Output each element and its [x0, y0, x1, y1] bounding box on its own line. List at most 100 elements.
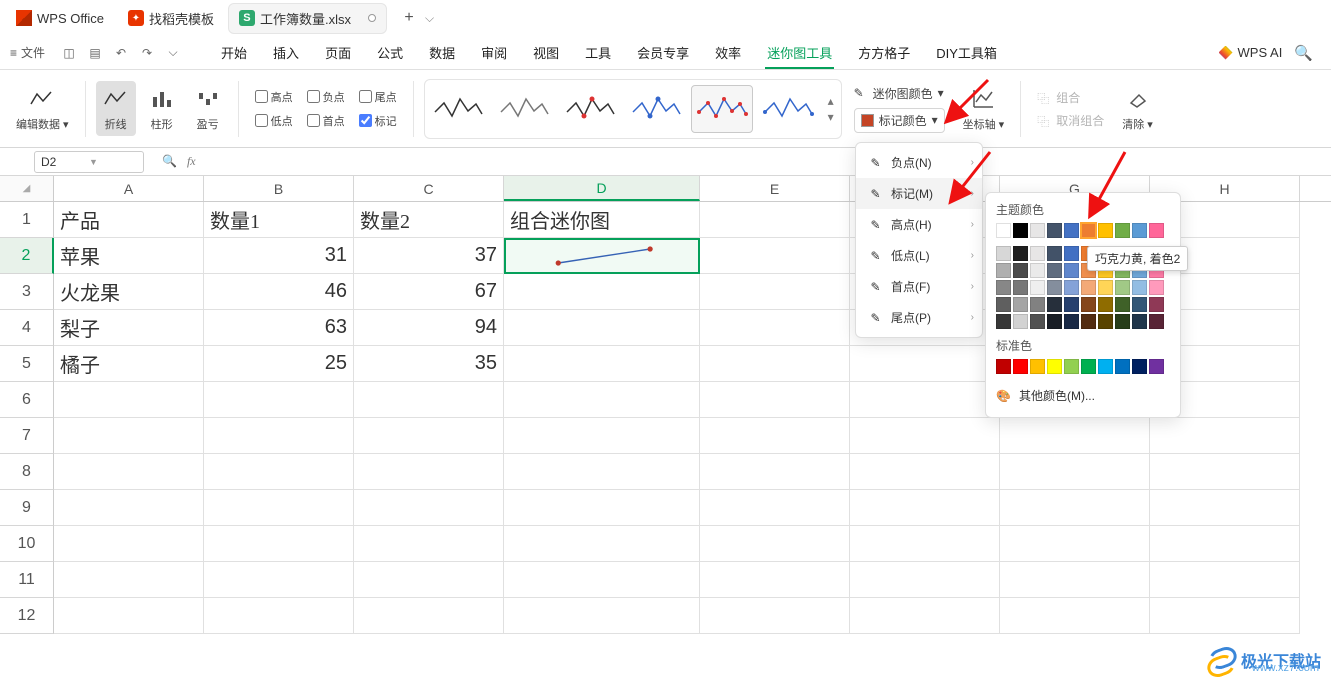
row-8[interactable]: 8	[0, 454, 54, 490]
cell[interactable]	[354, 562, 504, 598]
tab-insert[interactable]: 插入	[261, 37, 311, 68]
color-swatch[interactable]	[1081, 314, 1096, 329]
row-5[interactable]: 5	[0, 346, 54, 382]
menu-mark-point[interactable]: ✎标记(M)›	[856, 178, 982, 209]
style-6[interactable]	[757, 85, 819, 133]
clear-button[interactable]: 清除 ▾	[1116, 85, 1159, 132]
color-swatch[interactable]	[1081, 297, 1096, 312]
cell[interactable]	[504, 526, 700, 562]
cell[interactable]	[850, 454, 1000, 490]
search-icon[interactable]: 🔍	[1294, 44, 1313, 62]
style-2[interactable]	[493, 85, 555, 133]
tab-tools[interactable]: 工具	[573, 37, 623, 68]
color-swatch[interactable]	[1115, 280, 1130, 295]
document-tab[interactable]: S 工作簿数量.xlsx	[228, 3, 387, 34]
undo-icon[interactable]: ↶	[112, 44, 130, 62]
color-swatch[interactable]	[1098, 314, 1113, 329]
color-swatch[interactable]	[1064, 280, 1079, 295]
color-swatch[interactable]	[1115, 223, 1130, 238]
chk-low[interactable]: 低点	[255, 113, 293, 129]
app-tab[interactable]: WPS Office	[6, 5, 114, 31]
tab-diy[interactable]: DIY工具箱	[924, 37, 1009, 68]
row-4[interactable]: 4	[0, 310, 54, 346]
tab-data[interactable]: 数据	[417, 37, 467, 68]
cell[interactable]	[1150, 562, 1300, 598]
cell-A2[interactable]: 苹果	[54, 238, 204, 274]
cell[interactable]	[850, 382, 1000, 418]
wps-ai-button[interactable]: WPS AI	[1219, 45, 1283, 60]
zoom-icon[interactable]: 🔍	[162, 154, 177, 169]
cell[interactable]	[1150, 454, 1300, 490]
cell[interactable]	[1000, 454, 1150, 490]
color-swatch[interactable]	[1115, 297, 1130, 312]
color-swatch[interactable]	[996, 359, 1011, 374]
cell[interactable]	[354, 526, 504, 562]
color-swatch[interactable]	[1013, 314, 1028, 329]
row-10[interactable]: 10	[0, 526, 54, 562]
cell-D1[interactable]: 组合迷你图	[504, 202, 700, 238]
cell[interactable]	[354, 490, 504, 526]
tab-start[interactable]: 开始	[209, 37, 259, 68]
cell[interactable]	[700, 562, 850, 598]
color-swatch[interactable]	[1064, 223, 1079, 238]
row-1[interactable]: 1	[0, 202, 54, 238]
cell[interactable]	[504, 382, 700, 418]
cell[interactable]	[504, 454, 700, 490]
cell[interactable]	[1000, 598, 1150, 634]
color-swatch[interactable]	[996, 280, 1011, 295]
color-swatch[interactable]	[1081, 223, 1096, 238]
color-swatch[interactable]	[1098, 223, 1113, 238]
sparkline-color-button[interactable]: ✎迷你图颜色 ▾	[854, 85, 945, 102]
cell[interactable]	[850, 598, 1000, 634]
color-swatch[interactable]	[1132, 297, 1147, 312]
file-menu[interactable]: ≡文件	[4, 40, 51, 65]
cell-A1[interactable]: 产品	[54, 202, 204, 238]
cell-D2-selected[interactable]	[504, 238, 700, 274]
color-swatch[interactable]	[1013, 223, 1028, 238]
color-swatch[interactable]	[1132, 223, 1147, 238]
cell[interactable]	[700, 526, 850, 562]
row-3[interactable]: 3	[0, 274, 54, 310]
color-swatch[interactable]	[1013, 263, 1028, 278]
menu-first-point[interactable]: ✎首点(F)›	[856, 271, 982, 302]
color-swatch[interactable]	[1047, 359, 1062, 374]
cell[interactable]	[354, 598, 504, 634]
col-A[interactable]: A	[54, 176, 204, 201]
line-type-button[interactable]: 折线	[96, 81, 136, 136]
chk-neg[interactable]: 负点	[307, 89, 345, 105]
cell-A4[interactable]: 梨子	[54, 310, 204, 346]
winloss-type-button[interactable]: 盈亏	[188, 81, 228, 136]
cell-A5[interactable]: 橘子	[54, 346, 204, 382]
color-swatch[interactable]	[1013, 297, 1028, 312]
cell[interactable]	[204, 454, 354, 490]
cell[interactable]	[1000, 418, 1150, 454]
cell[interactable]	[700, 346, 850, 382]
axis-button[interactable]: 坐标轴 ▾	[957, 85, 1011, 132]
cell-B3[interactable]: 46	[204, 274, 354, 310]
cell[interactable]	[700, 310, 850, 346]
style-3[interactable]	[559, 85, 621, 133]
color-swatch[interactable]	[996, 314, 1011, 329]
color-swatch[interactable]	[1030, 359, 1045, 374]
row-12[interactable]: 12	[0, 598, 54, 634]
menu-tail-point[interactable]: ✎尾点(P)›	[856, 302, 982, 333]
col-C[interactable]: C	[354, 176, 504, 201]
cell[interactable]	[54, 382, 204, 418]
cell[interactable]	[700, 490, 850, 526]
color-swatch[interactable]	[1132, 314, 1147, 329]
cell[interactable]	[1000, 490, 1150, 526]
style-5[interactable]	[691, 85, 753, 133]
tab-view[interactable]: 视图	[521, 37, 571, 68]
chk-mark[interactable]: 标记	[359, 113, 397, 129]
tab-page[interactable]: 页面	[313, 37, 363, 68]
cell-C1[interactable]: 数量2	[354, 202, 504, 238]
row-11[interactable]: 11	[0, 562, 54, 598]
color-swatch[interactable]	[1047, 263, 1062, 278]
cell[interactable]	[354, 418, 504, 454]
color-swatch[interactable]	[1047, 297, 1062, 312]
column-type-button[interactable]: 柱形	[142, 81, 182, 136]
color-swatch[interactable]	[1064, 359, 1079, 374]
cell[interactable]	[850, 490, 1000, 526]
color-swatch[interactable]	[1115, 359, 1130, 374]
color-swatch[interactable]	[1013, 280, 1028, 295]
